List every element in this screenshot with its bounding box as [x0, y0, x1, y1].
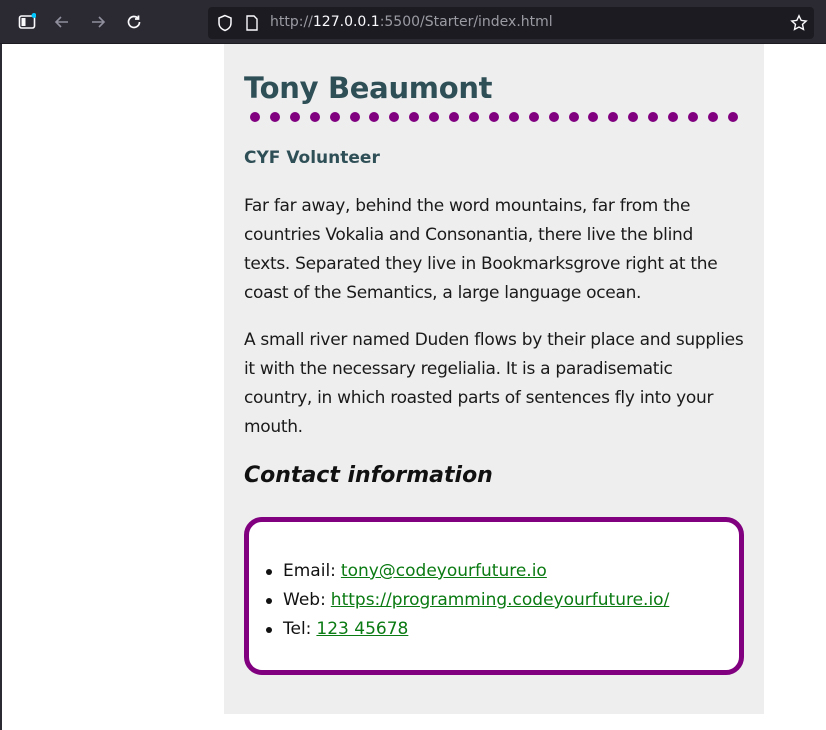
star-icon[interactable]	[788, 12, 810, 34]
divider-dot	[727, 112, 738, 122]
divider-dot	[528, 112, 539, 122]
contact-label: Web:	[283, 590, 326, 610]
profile-card: Tony Beaumont CYF Volunteer Far far away…	[224, 44, 764, 714]
url-text[interactable]: http://127.0.0.1:5500/Starter/index.html	[270, 14, 553, 30]
sidebar-icon[interactable]	[16, 11, 38, 33]
reload-icon[interactable]	[123, 11, 145, 33]
url-bar[interactable]: http://127.0.0.1:5500/Starter/index.html	[208, 7, 814, 39]
contact-box: Email: tony@codeyourfuture.io Web: https…	[244, 517, 744, 675]
bullet	[266, 626, 272, 633]
contact-label: Email:	[283, 561, 336, 581]
divider-dot	[608, 112, 619, 122]
divider-dot	[369, 112, 380, 122]
divider-dot	[488, 112, 499, 122]
divider-dot	[409, 112, 420, 122]
bullet	[266, 568, 272, 575]
divider-dot	[449, 112, 460, 122]
contact-email: Email: tony@codeyourfuture.io	[263, 557, 669, 586]
divider-dot	[548, 112, 559, 122]
email-link[interactable]: tony@codeyourfuture.io	[341, 557, 547, 586]
browser-toolbar: http://127.0.0.1:5500/Starter/index.html	[0, 0, 826, 44]
tel-link[interactable]: 123 45678	[316, 615, 408, 644]
contact-web: Web: https://programming.codeyourfuture.…	[263, 586, 669, 615]
divider-dot	[687, 112, 698, 122]
contact-heading: Contact information	[244, 463, 493, 488]
divider-dot	[707, 112, 718, 122]
divider-dot	[309, 112, 320, 122]
divider-dot	[628, 112, 639, 122]
divider-dot	[269, 112, 280, 122]
divider-dot	[468, 112, 479, 122]
divider-dot	[389, 112, 400, 122]
back-icon[interactable]	[51, 11, 73, 33]
bio-paragraph-2: A small river named Duden flows by their…	[244, 330, 744, 437]
contact-tel: Tel: 123 45678	[263, 615, 669, 644]
dotted-divider	[244, 111, 744, 123]
contact-label: Tel:	[283, 619, 312, 639]
divider-dot	[508, 112, 519, 122]
divider-dot	[289, 112, 300, 122]
contact-list: Email: tony@codeyourfuture.io Web: https…	[263, 557, 669, 644]
divider-dot	[588, 112, 599, 122]
bio-paragraph-1: Far far away, behind the word mountains,…	[244, 196, 718, 303]
divider-dot	[349, 112, 360, 122]
forward-icon[interactable]	[87, 11, 109, 33]
window-edge	[0, 44, 2, 730]
divider-dot	[668, 112, 679, 122]
divider-dot	[329, 112, 340, 122]
divider-dot	[250, 112, 260, 122]
divider-dot	[429, 112, 440, 122]
page-icon[interactable]	[241, 12, 263, 34]
divider-dot	[648, 112, 659, 122]
profile-name: Tony Beaumont	[244, 71, 493, 105]
profile-role: CYF Volunteer	[244, 148, 380, 168]
shield-icon[interactable]	[214, 12, 236, 34]
web-link[interactable]: https://programming.codeyourfuture.io/	[331, 586, 670, 615]
divider-dot	[568, 112, 579, 122]
bullet	[266, 597, 272, 604]
